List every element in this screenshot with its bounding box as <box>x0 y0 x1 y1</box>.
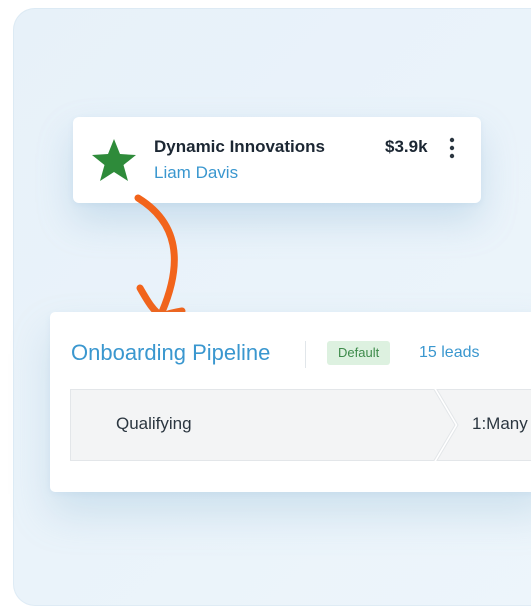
leads-count-link[interactable]: 15 leads <box>419 344 480 362</box>
pipeline-title[interactable]: Onboarding Pipeline <box>71 340 270 366</box>
background-panel <box>13 8 531 606</box>
stage-qualifying[interactable]: Qualifying <box>116 414 192 434</box>
curved-arrow-icon <box>134 194 186 320</box>
pipeline-card: Onboarding Pipeline Default 15 leads Qua… <box>50 312 531 492</box>
default-badge: Default <box>327 341 391 365</box>
title-divider <box>305 341 306 368</box>
pipeline-stages: Qualifying 1:Many <box>70 389 531 461</box>
company-name: Dynamic Innovations <box>154 137 325 156</box>
contact-name-link[interactable]: Liam Davis <box>154 163 238 183</box>
deal-value: $3.9k <box>385 137 428 156</box>
star-icon <box>92 139 136 181</box>
kebab-menu-icon[interactable] <box>445 136 459 160</box>
stage-one-to-many[interactable]: 1:Many <box>472 414 528 434</box>
